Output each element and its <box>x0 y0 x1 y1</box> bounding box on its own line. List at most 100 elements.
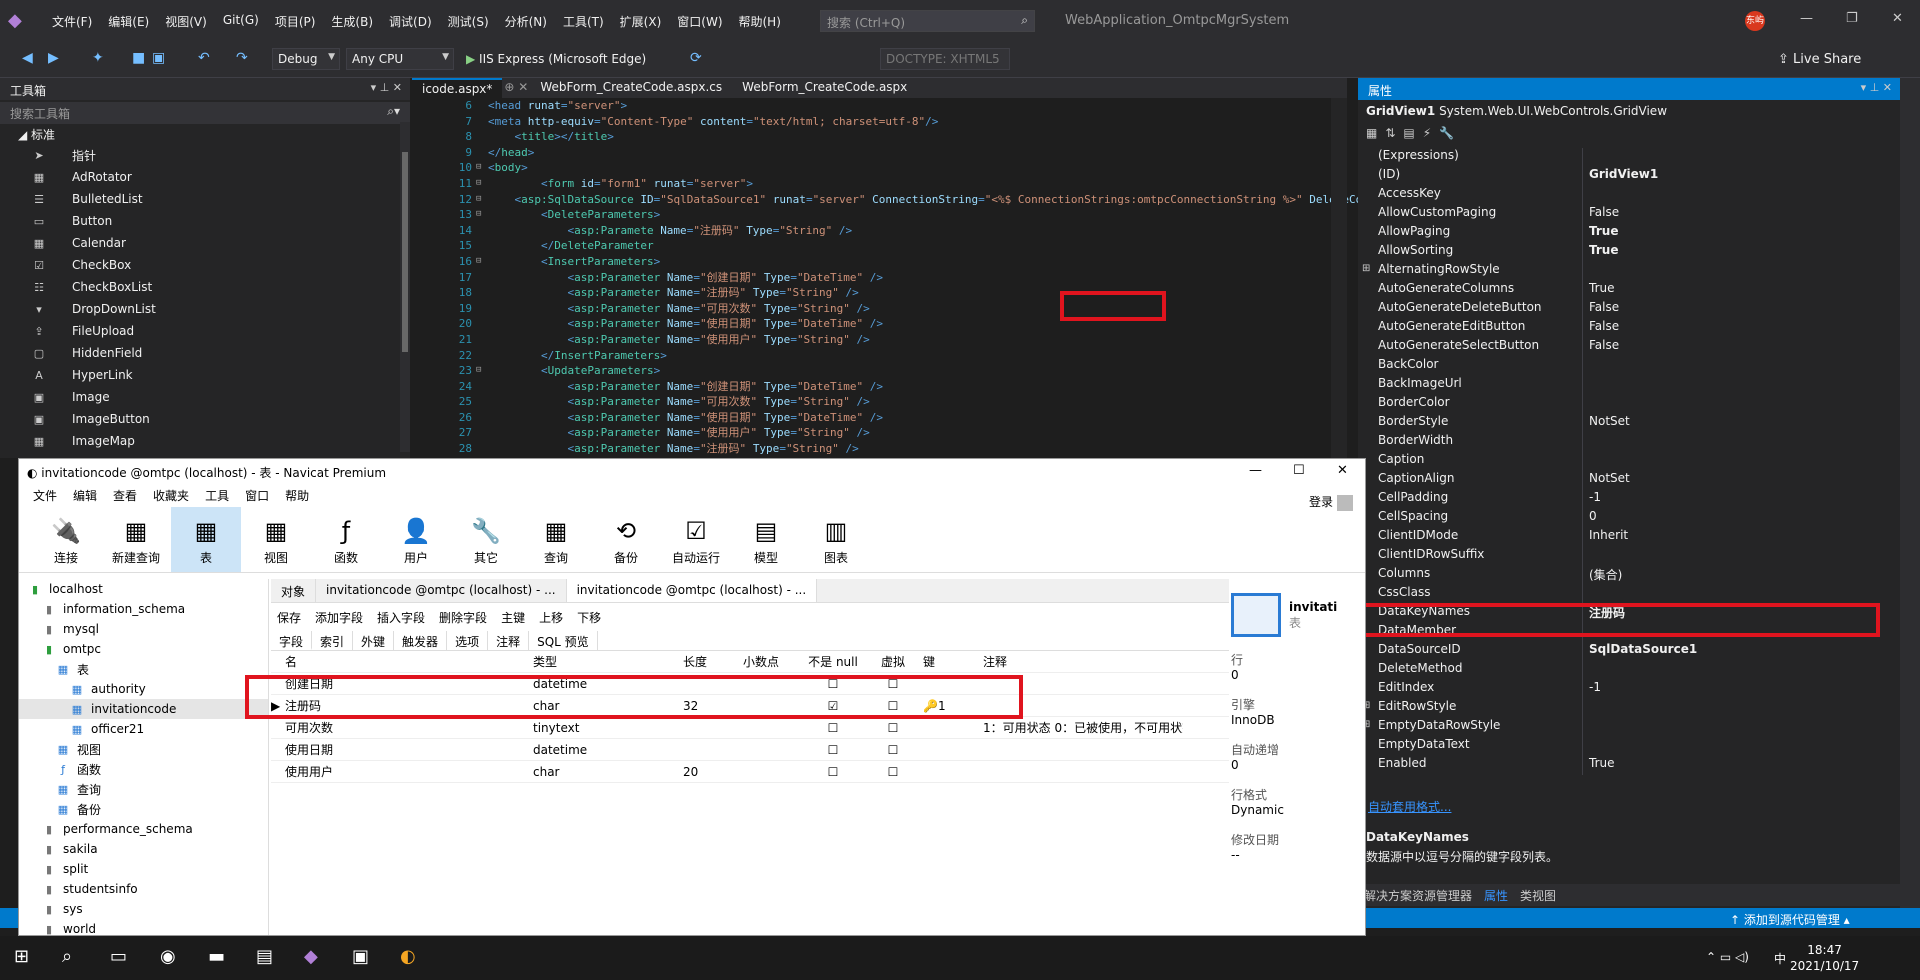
property-value[interactable] <box>1583 737 1589 756</box>
search-icon[interactable]: ⌕ <box>62 946 72 967</box>
editor-tab[interactable]: WebForm_CreateCode.aspx <box>732 78 917 98</box>
property-row[interactable]: BackImageUrl <box>1358 376 1920 395</box>
minimize-icon[interactable]: — <box>1800 11 1813 26</box>
view-button[interactable]: ▦ 视图 <box>241 507 311 572</box>
menu-item[interactable]: Git(G) <box>215 13 267 30</box>
property-value[interactable]: True <box>1583 281 1615 300</box>
panel-tab[interactable]: 类视图 <box>1514 884 1562 906</box>
edge-icon[interactable]: ◉ <box>160 946 176 967</box>
fold-marker[interactable]: ⊟ <box>476 176 481 192</box>
toolbox-item[interactable]: ➤ 指针 <box>18 144 410 166</box>
property-value[interactable]: Inherit <box>1583 528 1628 547</box>
property-value[interactable]: GridView1 <box>1583 167 1658 186</box>
terminal-icon[interactable]: ▣ <box>352 946 369 967</box>
property-value[interactable] <box>1583 148 1589 167</box>
column-header[interactable]: 注释 <box>983 653 1183 670</box>
property-value[interactable]: NotSet <box>1583 471 1630 490</box>
properties-icon[interactable]: ▤ <box>1403 126 1414 144</box>
property-value[interactable] <box>1583 186 1589 205</box>
column-header[interactable]: 键 <box>923 653 983 670</box>
table-cell[interactable]: 1：可用状态 0：已被使用，不可用状态 <box>983 719 1183 736</box>
function-button[interactable]: ƒ 函数 <box>311 507 381 572</box>
doctype-dropdown[interactable]: DOCTYPE: XHTML5 <box>880 48 1010 70</box>
property-row[interactable]: AutoGenerateEditButton False <box>1358 319 1920 338</box>
designer-action[interactable]: 添加字段 <box>315 609 363 626</box>
auto-format-link[interactable]: 自动套用格式... <box>1368 798 1451 815</box>
property-row[interactable]: AllowSorting True <box>1358 243 1920 262</box>
visual-studio-icon[interactable]: ◆ <box>304 946 318 967</box>
new-project-icon[interactable]: ✦ <box>92 50 104 66</box>
table-cell[interactable]: ☐ <box>863 721 923 735</box>
column-header[interactable]: 长度 <box>683 653 743 670</box>
panel-tab[interactable]: 属性 <box>1478 884 1514 906</box>
property-value[interactable] <box>1583 376 1589 395</box>
table-row[interactable]: 使用用户 char 20 ☐ ☐ <box>271 761 1229 783</box>
property-value[interactable]: True <box>1583 756 1615 775</box>
config-dropdown[interactable]: Debug ▼ <box>272 48 340 70</box>
table-cell[interactable]: ☐ <box>803 743 863 757</box>
property-value[interactable]: False <box>1583 300 1619 319</box>
property-row[interactable]: BorderColor <box>1358 395 1920 414</box>
task-view-icon[interactable]: ▭ <box>110 946 127 967</box>
property-row[interactable]: ⊞ EditRowStyle <box>1358 699 1920 718</box>
toolbox-item[interactable]: ▣ ImageButton <box>18 408 410 430</box>
close-icon[interactable]: ✕ <box>1892 11 1903 26</box>
table-cell[interactable]: datetime <box>533 743 683 757</box>
table-cell[interactable]: tinytext <box>533 721 683 735</box>
editor-tab[interactable]: icode.aspx* <box>412 78 503 98</box>
table-row[interactable]: 使用日期 datetime ☐ ☐ <box>271 739 1229 761</box>
new-query-button[interactable]: ▦ 新建查询 <box>101 507 171 572</box>
designer-subtab[interactable]: 选项 <box>447 631 489 650</box>
toolbox-item[interactable]: ⇪ FileUpload <box>18 320 410 342</box>
column-header[interactable]: 类型 <box>533 653 683 670</box>
redo-icon[interactable]: ↷ <box>236 50 248 66</box>
run-button[interactable]: ▶ IIS Express (Microsoft Edge) <box>466 52 646 66</box>
tree-item[interactable]: ▦ officer21 <box>19 719 268 739</box>
property-row[interactable]: AccessKey <box>1358 186 1920 205</box>
designer-action[interactable]: 上移 <box>539 609 563 626</box>
toolbox-item[interactable]: ☑ CheckBox <box>18 254 410 276</box>
user-button[interactable]: 👤 用户 <box>381 507 451 572</box>
table-cell[interactable]: 使用日期 <box>283 741 533 758</box>
property-row[interactable]: Caption <box>1358 452 1920 471</box>
live-share-button[interactable]: ⇪ Live Share <box>1778 52 1861 67</box>
backup-button[interactable]: ⟲ 备份 <box>591 507 661 572</box>
explorer-icon[interactable]: ▬ <box>208 946 225 967</box>
property-value[interactable] <box>1583 585 1589 604</box>
property-value[interactable]: 0 <box>1583 509 1597 528</box>
property-value[interactable] <box>1583 395 1589 414</box>
table-cell[interactable]: ☐ <box>803 721 863 735</box>
toolbox-item[interactable]: ☷ CheckBoxList <box>18 276 410 298</box>
model-button[interactable]: ▤ 模型 <box>731 507 801 572</box>
tree-item[interactable]: ▮ information_schema <box>19 599 268 619</box>
menu-item[interactable]: 项目(P) <box>267 13 324 30</box>
property-pages-icon[interactable]: 🔧 <box>1439 126 1454 144</box>
table-cell[interactable]: 可用次数 <box>283 719 533 736</box>
menu-item[interactable]: 测试(S) <box>440 13 497 30</box>
toolbox-group[interactable]: ◢ 标准 <box>18 126 410 144</box>
editor-scrollbar[interactable] <box>1331 98 1347 458</box>
column-header[interactable]: 虚拟 <box>863 653 923 670</box>
properties-object-selector[interactable]: GridView1 System.Web.UI.WebControls.Grid… <box>1358 100 1920 122</box>
menu-item[interactable]: 查看 <box>105 485 145 507</box>
property-value[interactable] <box>1583 661 1589 680</box>
categorized-icon[interactable]: ▦ <box>1366 126 1377 144</box>
menu-item[interactable]: 收藏夹 <box>145 485 197 507</box>
menu-item[interactable]: 文件(F) <box>44 13 100 30</box>
restore-icon[interactable]: ❐ <box>1846 11 1858 26</box>
tree-item[interactable]: ▦ 视图 <box>19 739 268 759</box>
save-icon[interactable]: ■ <box>132 50 145 66</box>
automation-button[interactable]: ☑ 自动运行 <box>661 507 731 572</box>
scroll-thumb[interactable] <box>402 152 408 352</box>
menu-item[interactable]: 工具(T) <box>555 13 612 30</box>
designer-action[interactable]: 保存 <box>277 609 301 626</box>
property-value[interactable]: True <box>1583 224 1618 243</box>
tree-item[interactable]: ▦ invitationcode <box>19 699 268 719</box>
property-row[interactable]: CaptionAlign NotSet <box>1358 471 1920 490</box>
tree-item[interactable]: ▮ sys <box>19 899 268 919</box>
property-row[interactable]: DeleteMethod <box>1358 661 1920 680</box>
forward-icon[interactable]: ▶ <box>48 50 59 66</box>
property-row[interactable]: EmptyDataText <box>1358 737 1920 756</box>
tree-item[interactable]: ▮ localhost <box>19 579 268 599</box>
table-button[interactable]: ▦ 表 <box>171 507 241 572</box>
